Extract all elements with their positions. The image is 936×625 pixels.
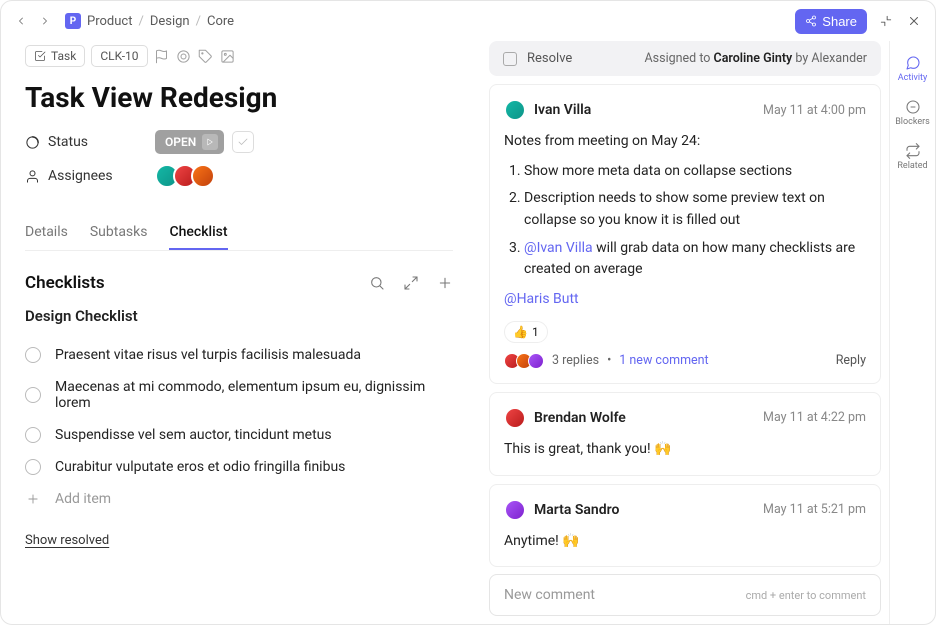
nav-back-icon[interactable] — [13, 13, 29, 29]
comment-time: May 11 at 4:22 pm — [763, 410, 866, 425]
task-meta: Task CLK-10 — [25, 45, 453, 67]
checkbox-circle[interactable] — [25, 459, 41, 475]
resolve-header: Resolve Assigned to Caroline Ginty by Al… — [489, 41, 881, 76]
add-item-button[interactable]: Add item — [25, 483, 453, 515]
search-icon[interactable] — [369, 275, 385, 291]
share-button[interactable]: Share — [795, 9, 867, 34]
resolve-checkbox[interactable] — [503, 52, 517, 66]
breadcrumb-item[interactable]: Design — [150, 14, 190, 29]
checklist-group-title: Design Checklist — [25, 307, 453, 325]
assignees-label: Assignees — [48, 168, 113, 184]
flag-icon[interactable] — [154, 48, 170, 64]
comment-list-item: Show more meta data on collapse sections — [524, 161, 866, 183]
resolve-label: Resolve — [527, 51, 572, 66]
status-field: Status OPEN — [25, 130, 453, 154]
avatar — [504, 99, 526, 121]
tab-checklist[interactable]: Checklist — [169, 216, 227, 250]
comment-body: Anytime! 🙌 — [504, 531, 866, 553]
status-pill[interactable]: OPEN — [155, 130, 224, 154]
complete-check[interactable] — [232, 131, 254, 153]
avatar — [504, 407, 526, 429]
tag-icon[interactable] — [198, 48, 214, 64]
comment-input[interactable]: New comment cmd + enter to comment — [489, 574, 881, 616]
breadcrumb-item[interactable]: Product — [87, 14, 132, 29]
comment-hint: cmd + enter to comment — [746, 589, 866, 602]
checklist-item: Suspendisse vel sem auctor, tincidunt me… — [25, 419, 453, 451]
comment-card: Brendan Wolfe May 11 at 4:22 pm This is … — [489, 392, 881, 476]
collapse-icon[interactable] — [877, 12, 895, 30]
image-icon[interactable] — [220, 48, 236, 64]
status-label: Status — [48, 134, 88, 150]
checklists-header: Checklists — [25, 273, 453, 293]
share-label: Share — [822, 14, 857, 29]
expand-icon[interactable] — [403, 275, 419, 291]
topbar: P Product / Design / Core Share — [1, 1, 935, 41]
target-icon[interactable] — [176, 48, 192, 64]
task-type-pill[interactable]: Task — [25, 45, 85, 67]
activity-panel: Resolve Assigned to Caroline Ginty by Al… — [477, 41, 889, 624]
comment-author: Marta Sandro — [534, 502, 619, 518]
task-id-pill[interactable]: CLK-10 — [91, 45, 147, 67]
nav-forward-icon[interactable] — [37, 13, 53, 29]
rail-activity[interactable]: Activity — [890, 49, 935, 89]
checklists-heading: Checklists — [25, 273, 105, 293]
thread-row: 3 replies • 1 new comment Reply — [504, 353, 866, 369]
add-checklist-icon[interactable] — [437, 275, 453, 291]
comment-author: Brendan Wolfe — [534, 410, 626, 426]
avatar — [504, 499, 526, 521]
reaction-button[interactable]: 👍 1 — [504, 321, 548, 343]
checklist-item: Curabitur vulputate eros et odio fringil… — [25, 451, 453, 483]
avatar — [528, 353, 544, 369]
avatar — [191, 164, 215, 188]
comment-intro: Notes from meeting on May 24: — [504, 131, 866, 153]
breadcrumb-badge: P — [65, 13, 81, 29]
comment-list-item: Description needs to show some preview t… — [524, 188, 866, 231]
breadcrumb-separator: / — [138, 14, 143, 29]
breadcrumb-item[interactable]: Core — [207, 14, 234, 29]
breadcrumb-separator: / — [196, 14, 201, 29]
tabs: Details Subtasks Checklist — [25, 216, 453, 251]
comment-author: Ivan Villa — [534, 102, 591, 118]
assignee-avatars[interactable] — [155, 164, 215, 188]
mention[interactable]: @Ivan Villa — [524, 240, 593, 256]
assigned-to: Assigned to Caroline Ginty by Alexander — [645, 51, 867, 66]
checkbox-circle[interactable] — [25, 387, 41, 403]
task-panel: Task CLK-10 Task View Redesign Status OP… — [1, 41, 477, 624]
plus-icon — [25, 491, 41, 507]
tab-details[interactable]: Details — [25, 216, 68, 250]
checklist-item: Praesent vitae risus vel turpis facilisi… — [25, 339, 453, 371]
show-resolved-link[interactable]: Show resolved — [25, 533, 453, 548]
status-play-icon — [202, 134, 218, 150]
assignees-field: Assignees — [25, 164, 453, 188]
right-rail: Activity Blockers Related — [889, 41, 935, 624]
checkbox-circle[interactable] — [25, 427, 41, 443]
page-title: Task View Redesign — [25, 81, 453, 114]
checklist-item: Maecenas at mi commodo, elementum ipsum … — [25, 371, 453, 419]
rail-blockers[interactable]: Blockers — [890, 93, 935, 133]
comment-body: This is great, thank you! 🙌 — [504, 439, 866, 461]
breadcrumb: P Product / Design / Core — [65, 13, 234, 29]
new-comment-link[interactable]: 1 new comment — [619, 353, 708, 368]
rail-related[interactable]: Related — [890, 137, 935, 177]
comment-card: Marta Sandro May 11 at 5:21 pm Anytime! … — [489, 484, 881, 568]
comment-time: May 11 at 5:21 pm — [763, 502, 866, 517]
comment-card: Ivan Villa May 11 at 4:00 pm Notes from … — [489, 84, 881, 384]
comment-time: May 11 at 4:00 pm — [763, 103, 866, 118]
comment-placeholder: New comment — [504, 587, 595, 603]
replies-count[interactable]: 3 replies — [552, 353, 599, 368]
close-icon[interactable] — [905, 12, 923, 30]
comment-list-item: @Ivan Villa will grab data on how many c… — [524, 238, 866, 281]
tab-subtasks[interactable]: Subtasks — [90, 216, 148, 250]
checkbox-circle[interactable] — [25, 347, 41, 363]
reply-link[interactable]: Reply — [836, 353, 866, 368]
mention[interactable]: @Haris Butt — [504, 291, 579, 307]
